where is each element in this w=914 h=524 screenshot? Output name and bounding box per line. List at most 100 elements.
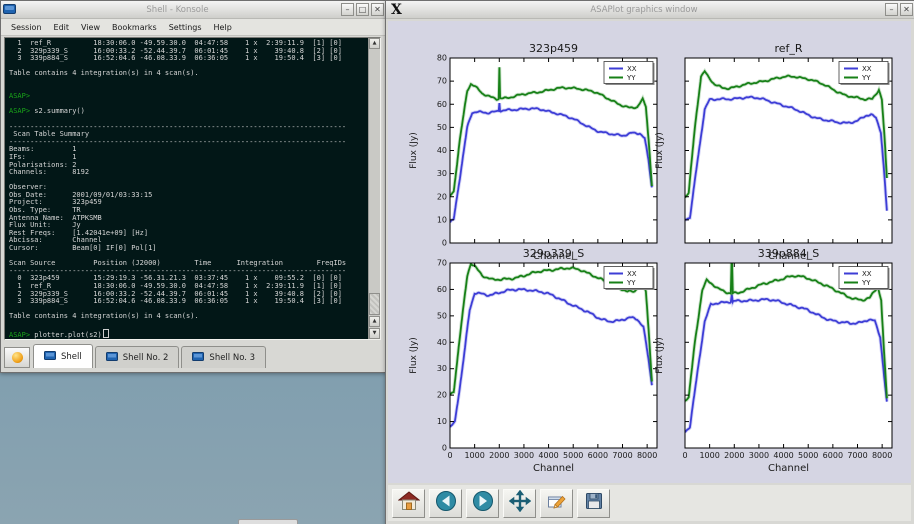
home-icon bbox=[398, 490, 420, 516]
svg-text:0: 0 bbox=[442, 444, 447, 453]
menu-help[interactable]: Help bbox=[208, 23, 238, 32]
konsole-app-icon bbox=[3, 0, 16, 19]
konsole-window: Shell - Konsole – □ ✕ SessionEditViewBoo… bbox=[0, 0, 387, 373]
konsole-title: Shell - Konsole bbox=[16, 5, 339, 15]
svg-text:60: 60 bbox=[437, 100, 447, 109]
svg-text:7000: 7000 bbox=[847, 451, 867, 460]
home-button[interactable] bbox=[392, 489, 425, 518]
svg-text:10: 10 bbox=[437, 417, 447, 426]
minimize-button[interactable]: – bbox=[885, 3, 898, 16]
forward-button[interactable] bbox=[466, 489, 499, 518]
terminal-area[interactable]: 1 ref_R 18:30:06.0 -49.59.30.0 04:47:58 … bbox=[4, 37, 381, 340]
subplot-title: 323p459 bbox=[529, 42, 578, 55]
svg-text:YY: YY bbox=[861, 74, 871, 82]
svg-text:2000: 2000 bbox=[724, 451, 744, 460]
konsole-titlebar[interactable]: Shell - Konsole – □ ✕ bbox=[1, 1, 386, 19]
menu-edit[interactable]: Edit bbox=[48, 23, 76, 32]
svg-text:70: 70 bbox=[437, 77, 447, 86]
scroll-up2-icon[interactable]: ▲ bbox=[369, 316, 380, 327]
svg-text:1000: 1000 bbox=[699, 451, 719, 460]
svg-text:50: 50 bbox=[437, 123, 447, 132]
svg-text:30: 30 bbox=[437, 169, 447, 178]
svg-text:XX: XX bbox=[862, 270, 872, 278]
svg-text:2000: 2000 bbox=[489, 451, 509, 460]
shell-icon bbox=[192, 352, 204, 364]
svg-text:20: 20 bbox=[437, 192, 447, 201]
back-button[interactable] bbox=[429, 489, 462, 518]
close-button[interactable]: ✕ bbox=[900, 3, 913, 16]
konsole-tabbar: ShellShell No. 2Shell No. 3 bbox=[4, 343, 383, 368]
asaplot-title: ASAPlot graphics window bbox=[405, 5, 883, 15]
menu-bookmarks[interactable]: Bookmarks bbox=[106, 23, 163, 32]
desktop: Shell - Konsole – □ ✕ SessionEditViewBoo… bbox=[0, 0, 914, 524]
pan-button[interactable] bbox=[503, 489, 536, 518]
subplot-title: 339p884_S bbox=[758, 247, 819, 260]
new-session-button[interactable] bbox=[4, 347, 30, 368]
subplot-title: 329p339_S bbox=[523, 247, 584, 260]
subplot-339p884_S: 010002000300040005000600070008000339p884… bbox=[655, 247, 892, 474]
y-axis-label: Flux (Jy) bbox=[655, 132, 665, 169]
asaplot-titlebar[interactable]: X ASAPlot graphics window – ✕ bbox=[386, 1, 914, 19]
legend: XXYY bbox=[604, 267, 655, 291]
svg-text:8000: 8000 bbox=[872, 451, 892, 460]
svg-text:YY: YY bbox=[626, 279, 636, 287]
save-button[interactable] bbox=[577, 489, 610, 518]
zoom-rect-button[interactable] bbox=[540, 489, 573, 518]
svg-text:4000: 4000 bbox=[773, 451, 793, 460]
subplot-323p459: Channel01020304050607080323p459Flux (Jy)… bbox=[409, 42, 657, 262]
svg-text:4000: 4000 bbox=[538, 451, 558, 460]
terminal-text: 1 ref_R 18:30:06.0 -49.59.30.0 04:47:58 … bbox=[9, 40, 346, 339]
svg-text:0: 0 bbox=[682, 451, 687, 460]
scrollbar-thumb[interactable] bbox=[369, 293, 380, 315]
forward-icon bbox=[472, 490, 494, 516]
asaplot-window: X ASAPlot graphics window – ✕ Channel 0 10… bbox=[385, 0, 914, 524]
svg-text:10: 10 bbox=[437, 215, 447, 224]
close-button[interactable]: ✕ bbox=[371, 3, 384, 16]
svg-text:6000: 6000 bbox=[823, 451, 843, 460]
svg-text:7000: 7000 bbox=[612, 451, 632, 460]
menu-settings[interactable]: Settings bbox=[163, 23, 208, 32]
shell-icon bbox=[106, 352, 118, 364]
svg-text:70: 70 bbox=[437, 259, 447, 268]
terminal-scrollbar[interactable]: ▲ ▲ ▼ bbox=[368, 38, 380, 339]
maximize-button[interactable]: □ bbox=[356, 3, 369, 16]
svg-text:40: 40 bbox=[437, 338, 447, 347]
save-icon bbox=[583, 490, 605, 516]
svg-text:60: 60 bbox=[437, 285, 447, 294]
svg-text:20: 20 bbox=[437, 391, 447, 400]
minimize-button[interactable]: – bbox=[341, 3, 354, 16]
y-axis-label: Flux (Jy) bbox=[655, 337, 665, 374]
subplot-title: ref_R bbox=[774, 42, 802, 55]
x-axis-label: Channel bbox=[768, 463, 809, 474]
legend: XXYY bbox=[839, 62, 890, 86]
x-axis-label: Channel bbox=[533, 463, 574, 474]
menu-view[interactable]: View bbox=[75, 23, 106, 32]
taskbar-peek[interactable] bbox=[238, 519, 298, 524]
scroll-up-icon[interactable]: ▲ bbox=[369, 38, 380, 49]
tab-shell-no-2[interactable]: Shell No. 2 bbox=[95, 346, 180, 368]
x11-icon: X bbox=[388, 2, 405, 18]
svg-text:3000: 3000 bbox=[514, 451, 534, 460]
scroll-down-icon[interactable]: ▼ bbox=[369, 328, 380, 339]
svg-text:XX: XX bbox=[627, 270, 637, 278]
subplot-329p339_S: 0100020003000400050006000700080000102030… bbox=[409, 247, 657, 474]
tab-shell[interactable]: Shell bbox=[33, 344, 93, 368]
figure-canvas[interactable]: Channel 0 10 20 30 40 50 60 70 80 323p459 Flux (Jy)… bbox=[388, 21, 911, 483]
svg-text:6000: 6000 bbox=[588, 451, 608, 460]
mpl-toolbar bbox=[388, 485, 911, 521]
svg-text:XX: XX bbox=[862, 65, 872, 73]
y-axis-label: Flux (Jy) bbox=[409, 132, 419, 169]
terminal-cursor bbox=[103, 329, 109, 338]
svg-text:80: 80 bbox=[437, 54, 447, 63]
y-axis-label: Flux (Jy) bbox=[409, 337, 419, 374]
svg-text:0: 0 bbox=[442, 239, 447, 248]
zoom-rect-icon bbox=[546, 490, 568, 516]
new-session-icon bbox=[12, 352, 23, 363]
tab-shell-no-3[interactable]: Shell No. 3 bbox=[181, 346, 266, 368]
svg-text:30: 30 bbox=[437, 364, 447, 373]
svg-text:YY: YY bbox=[626, 74, 636, 82]
shell-icon bbox=[44, 351, 56, 363]
subplot-ref_R: Channelref_RFlux (Jy)XXYY bbox=[655, 42, 892, 262]
menu-session[interactable]: Session bbox=[5, 23, 48, 32]
svg-text:0: 0 bbox=[447, 451, 452, 460]
